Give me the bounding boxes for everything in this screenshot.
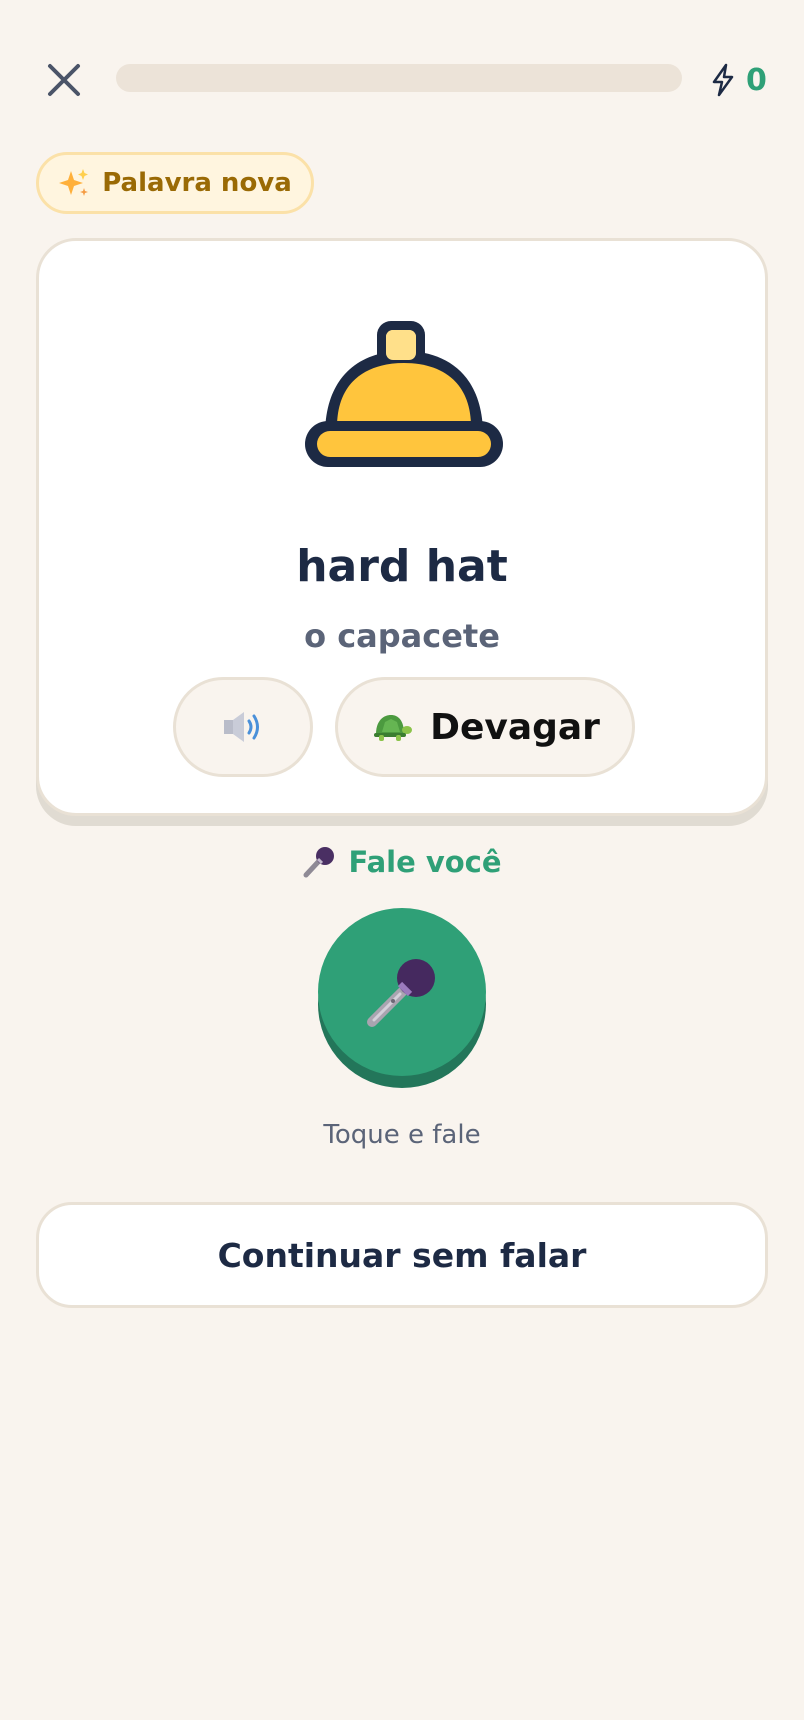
xp-value: 0 — [746, 62, 767, 98]
continue-without-speaking-button[interactable]: Continuar sem falar — [36, 1202, 768, 1308]
microphone-icon — [303, 847, 335, 878]
lesson-progress-bar — [116, 64, 682, 92]
word-text: hard hat — [296, 541, 508, 592]
slow-label: Devagar — [430, 706, 600, 748]
xp-counter: 0 — [710, 60, 767, 100]
speaker-icon — [224, 712, 259, 742]
slow-audio-button[interactable]: Devagar — [335, 677, 635, 777]
translation-text: o capacete — [304, 617, 500, 655]
new-word-badge: Palavra nova — [36, 152, 314, 214]
lightning-bolt-icon — [712, 63, 734, 97]
mic-button-face — [318, 908, 486, 1076]
sparkles-icon — [59, 169, 89, 196]
word-card: hard hat o capacete Devagar — [36, 238, 768, 816]
turtle-icon — [374, 715, 413, 741]
new-word-label: Palavra nova — [102, 168, 292, 198]
close-icon — [48, 64, 80, 96]
microphone-icon — [367, 959, 435, 1027]
continue-label: Continuar sem falar — [217, 1235, 587, 1275]
speak-title-text: Fale você — [348, 845, 502, 879]
record-microphone-button[interactable] — [318, 908, 486, 1088]
close-button[interactable] — [40, 56, 88, 104]
play-audio-button[interactable] — [173, 677, 313, 777]
speak-section-title: Fale você — [0, 840, 804, 884]
top-bar: 0 — [0, 0, 804, 160]
hard-hat-icon — [305, 321, 503, 467]
tap-to-speak-hint: Toque e fale — [323, 1120, 481, 1150]
